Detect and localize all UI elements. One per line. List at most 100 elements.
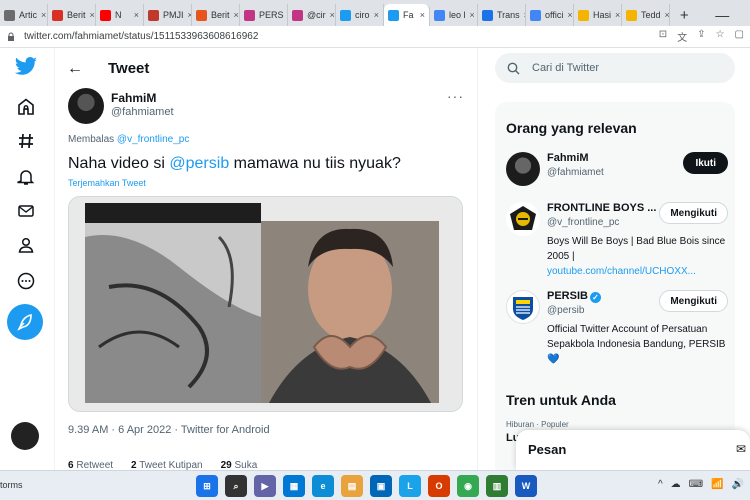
tweet-timestamp-source[interactable]: 9.39 AM · 6 Apr 2022 · Twitter for Andro… (68, 424, 270, 436)
browser-tab[interactable]: N × (96, 4, 144, 26)
close-tab-icon[interactable]: × (330, 10, 335, 20)
author-avatar[interactable] (68, 88, 104, 124)
profile-person-icon[interactable] (13, 232, 39, 258)
messages-envelope-icon[interactable] (13, 198, 39, 224)
reply-to-link[interactable]: @v_frontline_pc (117, 134, 189, 145)
close-tab-icon[interactable]: × (615, 10, 620, 20)
taskbar-app-icon[interactable]: ▤ (341, 475, 363, 497)
notifications-bell-icon[interactable] (13, 164, 39, 190)
close-tab-icon[interactable]: × (374, 10, 379, 20)
taskbar-app-icon[interactable]: ⌕ (225, 475, 247, 497)
tab-favicon-icon (4, 9, 15, 21)
close-tab-icon[interactable]: × (134, 10, 139, 20)
person-name[interactable]: FahmiM (547, 152, 589, 164)
taskbar-app-icon[interactable]: W (515, 475, 537, 497)
close-tab-icon[interactable]: × (41, 10, 46, 20)
stat-retweets[interactable]: 6 Retweet (68, 460, 113, 470)
taskbar-weather-text[interactable]: torms (0, 480, 23, 490)
following-button[interactable]: Mengikuti (659, 290, 728, 312)
install-app-icon[interactable]: ⊡ (659, 29, 667, 44)
translate-page-icon[interactable]: 文 (677, 29, 687, 44)
browser-tab[interactable]: Trans× (478, 4, 526, 26)
person-name[interactable]: FRONTLINE BOYS ... (547, 202, 656, 214)
browser-tab[interactable]: Berit × (192, 4, 240, 26)
person-card-frontline[interactable]: FRONTLINE BOYS ... @v_frontline_pc Boys … (506, 202, 728, 282)
taskbar-app-icon[interactable]: ▶ (254, 475, 276, 497)
person-card-fahmim[interactable]: FahmiM @fahmiamet Ikuti (506, 152, 728, 192)
taskbar-app-icon[interactable]: e (312, 475, 334, 497)
taskbar-app-icon[interactable]: O (428, 475, 450, 497)
tray-icon[interactable]: ☁ (671, 479, 681, 490)
taskbar-app-icon[interactable]: ▦ (283, 475, 305, 497)
extensions-icon[interactable]: ▢ (735, 29, 744, 44)
back-arrow-icon[interactable]: ← (67, 60, 83, 78)
person-name[interactable]: PERSIB ✓ (547, 290, 601, 303)
mention-link[interactable]: @persib (169, 155, 229, 172)
more-options-circle-icon[interactable] (13, 268, 39, 294)
browser-tab[interactable]: ciro × (336, 4, 384, 26)
browser-tab[interactable]: @cir × (288, 4, 336, 26)
tweet-main-column: ← Tweet FahmiM @fahmiamet ··· Membalas @… (54, 48, 478, 470)
follow-button[interactable]: Ikuti (683, 152, 728, 174)
stat-likes[interactable]: 29 Suka (221, 460, 258, 470)
taskbar-app-icon[interactable]: ⊞ (196, 475, 218, 497)
taskbar-app-icon[interactable]: ▥ (486, 475, 508, 497)
messages-drawer[interactable]: Pesan ✉ (516, 430, 750, 470)
avatar[interactable] (506, 202, 540, 236)
twitter-logo-icon[interactable] (13, 54, 39, 80)
person-card-persib[interactable]: PERSIB ✓ @persib Official Twitter Account… (506, 290, 728, 370)
tab-favicon-icon (578, 9, 589, 21)
browser-tab[interactable]: PERS× (240, 4, 288, 26)
taskbar-app-icon[interactable]: ◉ (457, 475, 479, 497)
stat-quote-tweets[interactable]: 2 Tweet Kutipan (131, 460, 203, 470)
taskbar-app-icon[interactable]: ▣ (370, 475, 392, 497)
browser-tab[interactable]: PMJI× (144, 4, 192, 26)
browser-tab[interactable]: Tedd × (622, 4, 670, 26)
search-icon (507, 62, 520, 74)
tray-icon[interactable]: ^ (658, 479, 663, 490)
tweet-media-image[interactable] (68, 196, 463, 412)
avatar[interactable] (506, 152, 540, 186)
explore-hashtag-icon[interactable] (13, 128, 39, 154)
bio-link[interactable]: youtube.com/channel/UCHOXX... (547, 264, 727, 279)
following-button[interactable]: Mengikuti (659, 202, 728, 224)
more-dots-icon[interactable]: ··· (447, 88, 464, 104)
avatar[interactable] (506, 290, 540, 324)
close-tab-icon[interactable]: × (470, 10, 475, 20)
reply-prefix: Membalas (68, 134, 115, 145)
share-icon[interactable]: ⇪ (697, 29, 705, 44)
home-icon[interactable] (13, 94, 39, 120)
close-tab-icon[interactable]: × (234, 10, 239, 20)
compose-tweet-button[interactable] (7, 304, 43, 340)
person-name-text[interactable]: PERSIB (547, 290, 588, 302)
browser-tab[interactable]: Fa × (384, 4, 430, 26)
tray-icon[interactable]: 🔊 (732, 479, 744, 490)
new-message-icon[interactable]: ✉ (736, 442, 746, 456)
tab-label: Artic (19, 10, 37, 20)
url-text[interactable]: twitter.com/fahmiamet/status/15115339636… (24, 31, 258, 42)
account-avatar[interactable] (11, 422, 39, 450)
minimize-window-button[interactable]: — (694, 4, 750, 26)
person-bio: Boys Will Be Boys | Bad Blue Bois since … (547, 234, 727, 279)
search-input[interactable]: Cari di Twitter (532, 62, 599, 74)
browser-tab[interactable]: Berit × (48, 4, 96, 26)
browser-tab[interactable]: Artic × (0, 4, 48, 26)
browser-tab[interactable]: leo l × (430, 4, 478, 26)
bookmark-star-icon[interactable]: ☆ (716, 29, 725, 44)
translate-tweet-link[interactable]: Terjemahkan Tweet (68, 178, 146, 188)
browser-tab[interactable]: Hasi × (574, 4, 622, 26)
address-bar[interactable]: twitter.com/fahmiamet/status/15115339636… (0, 26, 750, 48)
browser-tab[interactable]: offici × (526, 4, 574, 26)
close-tab-icon[interactable]: × (90, 10, 95, 20)
tray-icon[interactable]: ⌨ (689, 479, 703, 490)
taskbar-app-icon[interactable]: L (399, 475, 421, 497)
search-box[interactable]: Cari di Twitter (495, 53, 735, 83)
author-name[interactable]: FahmiM (111, 91, 156, 105)
close-tab-icon[interactable]: × (420, 10, 425, 20)
author-handle[interactable]: @fahmiamet (111, 106, 174, 118)
new-tab-button[interactable]: + (674, 4, 694, 26)
close-tab-icon[interactable]: × (665, 10, 669, 20)
tray-icon[interactable]: 📶 (711, 479, 723, 490)
stat-count: 29 (220, 460, 232, 470)
close-tab-icon[interactable]: × (567, 10, 572, 20)
